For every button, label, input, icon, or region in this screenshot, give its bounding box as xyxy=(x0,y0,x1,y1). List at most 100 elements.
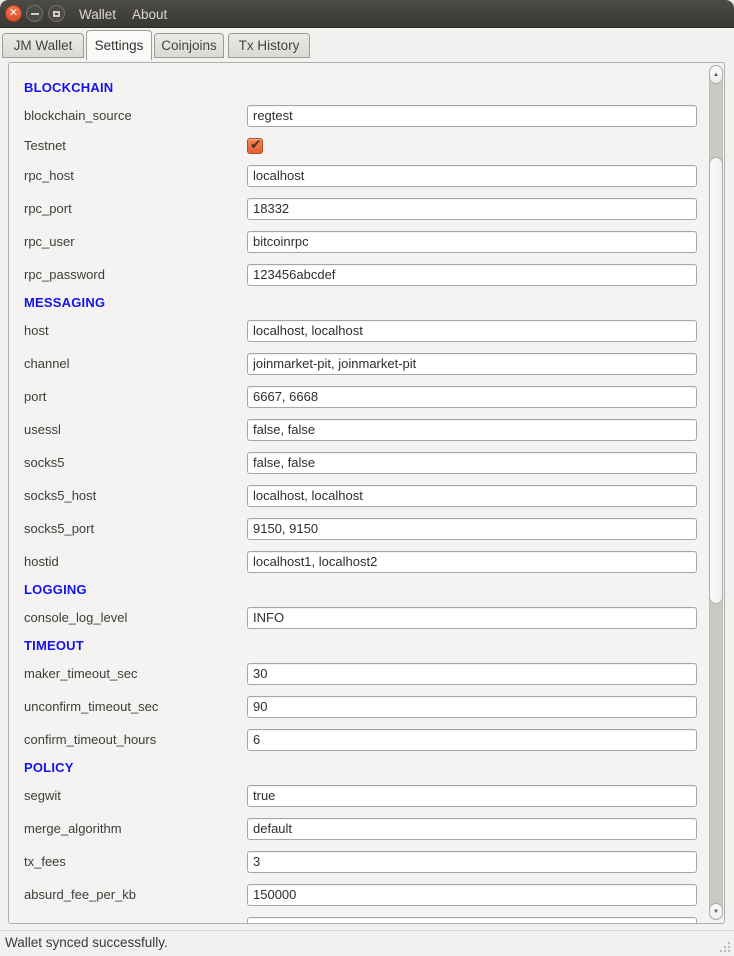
minimize-button[interactable] xyxy=(26,5,43,22)
field-row: channel xyxy=(24,347,708,380)
hostid-input[interactable] xyxy=(247,551,697,573)
field-label: blockchain_source xyxy=(24,108,247,123)
rpc-user-input[interactable] xyxy=(247,231,697,253)
field-row: tx_fees xyxy=(24,845,708,878)
field-row: absurd_fee_per_kb xyxy=(24,878,708,911)
confirm-timeout-hours-input[interactable] xyxy=(247,729,697,751)
field-label: host xyxy=(24,323,247,338)
section-logging: LOGGING xyxy=(24,582,87,597)
field-row: confirm_timeout_hours xyxy=(24,723,708,756)
port-input[interactable] xyxy=(247,386,697,408)
scroll-down-button[interactable]: ▼ xyxy=(709,903,723,920)
maximize-button[interactable] xyxy=(48,5,65,22)
field-row: socks5_port xyxy=(24,512,708,545)
tab-settings[interactable]: Settings xyxy=(86,30,152,60)
field-row-partial xyxy=(24,911,708,924)
section-blockchain: BLOCKCHAIN xyxy=(24,80,113,95)
field-label: unconfirm_timeout_sec xyxy=(24,699,247,714)
field-label: usessl xyxy=(24,422,247,437)
field-row: blockchain_source xyxy=(24,99,708,132)
merge-algorithm-input[interactable] xyxy=(247,818,697,840)
field-row: rpc_password xyxy=(24,258,708,291)
minimize-icon xyxy=(31,13,39,15)
field-row: maker_timeout_sec xyxy=(24,657,708,690)
field-row: rpc_port xyxy=(24,192,708,225)
tab-jm-wallet[interactable]: JM Wallet xyxy=(2,33,84,58)
maker-timeout-sec-input[interactable] xyxy=(247,663,697,685)
maximize-icon xyxy=(53,11,60,17)
field-label: rpc_port xyxy=(24,201,247,216)
field-row: console_log_level xyxy=(24,601,708,634)
field-label: tx_fees xyxy=(24,854,247,869)
field-row: rpc_host xyxy=(24,159,708,192)
check-icon: ✔ xyxy=(250,136,262,153)
field-label: segwit xyxy=(24,788,247,803)
field-row: Testnet ✔ xyxy=(24,132,708,159)
vertical-scrollbar: ▲ ▼ xyxy=(708,63,724,923)
tab-coinjoins[interactable]: Coinjoins xyxy=(154,33,224,58)
field-label: port xyxy=(24,389,247,404)
absurd-fee-per-kb-input[interactable] xyxy=(247,884,697,906)
close-icon: ✕ xyxy=(9,8,18,19)
socks5-port-input[interactable] xyxy=(247,518,697,540)
settings-scroll-area: BLOCKCHAIN blockchain_source Testnet ✔ r… xyxy=(8,62,725,924)
testnet-checkbox[interactable]: ✔ xyxy=(247,138,263,154)
field-row: socks5 xyxy=(24,446,708,479)
field-label: merge_algorithm xyxy=(24,821,247,836)
field-row: usessl xyxy=(24,413,708,446)
settings-form: BLOCKCHAIN blockchain_source Testnet ✔ r… xyxy=(9,63,708,924)
field-label: hostid xyxy=(24,554,247,569)
section-timeout: TIMEOUT xyxy=(24,638,84,653)
console-log-level-input[interactable] xyxy=(247,607,697,629)
host-input[interactable] xyxy=(247,320,697,342)
menu-wallet[interactable]: Wallet xyxy=(73,7,122,22)
field-label: console_log_level xyxy=(24,610,247,625)
cutoff-input[interactable] xyxy=(247,917,697,925)
rpc-password-input[interactable] xyxy=(247,264,697,286)
field-label: maker_timeout_sec xyxy=(24,666,247,681)
field-row: host xyxy=(24,314,708,347)
field-label: rpc_password xyxy=(24,267,247,282)
segwit-input[interactable] xyxy=(247,785,697,807)
resize-grip-icon[interactable] xyxy=(719,941,731,953)
field-label: rpc_user xyxy=(24,234,247,249)
tab-bar: JM Wallet Settings Coinjoins Tx History xyxy=(0,28,734,62)
socks5-input[interactable] xyxy=(247,452,697,474)
rpc-host-input[interactable] xyxy=(247,165,697,187)
scrollbar-thumb[interactable] xyxy=(709,157,723,604)
status-bar: Wallet synced successfully. xyxy=(0,930,734,956)
socks5-host-input[interactable] xyxy=(247,485,697,507)
section-policy: POLICY xyxy=(24,760,74,775)
field-label: rpc_host xyxy=(24,168,247,183)
section-messaging: MESSAGING xyxy=(24,295,105,310)
field-row: segwit xyxy=(24,779,708,812)
field-row: hostid xyxy=(24,545,708,578)
field-label: socks5_host xyxy=(24,488,247,503)
field-label: socks5 xyxy=(24,455,247,470)
channel-input[interactable] xyxy=(247,353,697,375)
unconfirm-timeout-sec-input[interactable] xyxy=(247,696,697,718)
field-row: rpc_user xyxy=(24,225,708,258)
tab-tx-history[interactable]: Tx History xyxy=(228,33,310,58)
menubar: Wallet About xyxy=(73,0,173,28)
usessl-input[interactable] xyxy=(247,419,697,441)
field-row: unconfirm_timeout_sec xyxy=(24,690,708,723)
field-label: Testnet xyxy=(24,138,247,153)
field-label: absurd_fee_per_kb xyxy=(24,887,247,902)
menu-about[interactable]: About xyxy=(126,7,173,22)
field-label: socks5_port xyxy=(24,521,247,536)
rpc-port-input[interactable] xyxy=(247,198,697,220)
field-row: port xyxy=(24,380,708,413)
titlebar: ✕ Wallet About xyxy=(0,0,734,28)
blockchain-source-input[interactable] xyxy=(247,105,697,127)
status-message: Wallet synced successfully. xyxy=(5,935,168,950)
close-button[interactable]: ✕ xyxy=(5,5,22,22)
scroll-up-button[interactable]: ▲ xyxy=(709,65,723,84)
field-label: confirm_timeout_hours xyxy=(24,732,247,747)
wallet-window: ✕ Wallet About JM Wallet Settings Coinjo… xyxy=(0,0,734,956)
tx-fees-input[interactable] xyxy=(247,851,697,873)
field-row: merge_algorithm xyxy=(24,812,708,845)
field-label: channel xyxy=(24,356,247,371)
triangle-down-icon: ▼ xyxy=(713,909,719,915)
field-row: socks5_host xyxy=(24,479,708,512)
